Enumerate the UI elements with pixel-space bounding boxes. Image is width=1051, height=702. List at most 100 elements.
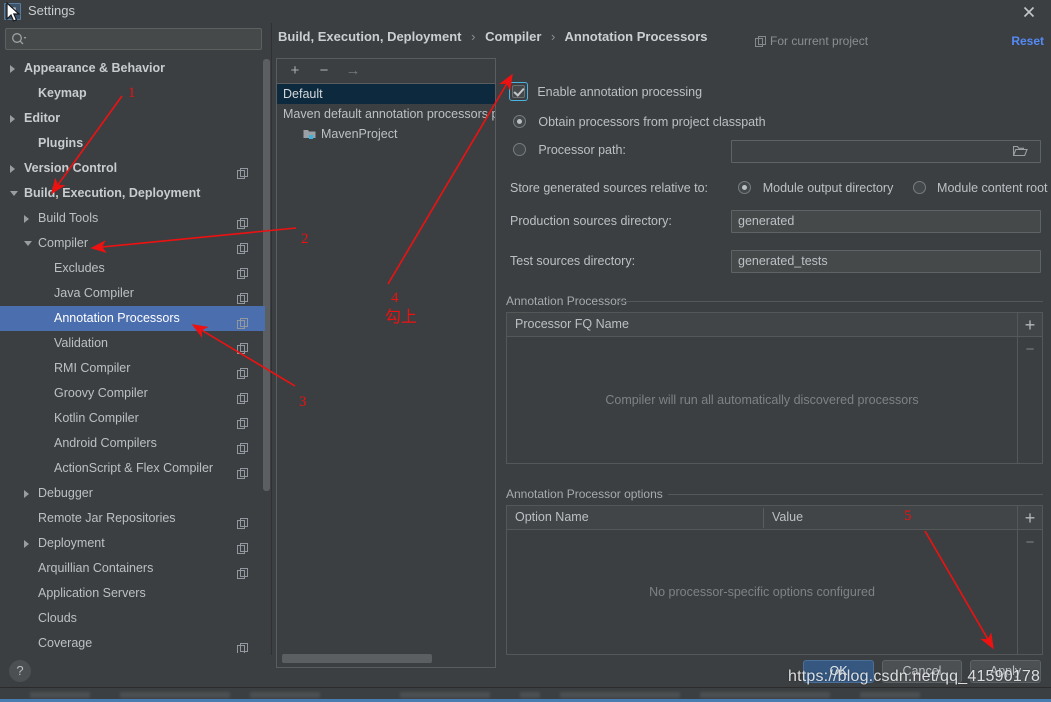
sidebar-item-remote-jar-repositories[interactable]: Remote Jar Repositories bbox=[0, 506, 265, 531]
chevron-down-icon[interactable] bbox=[10, 191, 18, 196]
test-sources-label: Test sources directory: bbox=[510, 254, 636, 268]
profile-list-item[interactable]: Default bbox=[277, 84, 495, 104]
sidebar-item-actionscript-flex-compiler[interactable]: ActionScript & Flex Compiler bbox=[0, 456, 265, 481]
move-profile-button[interactable]: → bbox=[340, 59, 366, 83]
production-sources-label: Production sources directory: bbox=[510, 214, 672, 228]
sidebar-item-editor[interactable]: Editor bbox=[0, 106, 265, 131]
sidebar-item-excludes[interactable]: Excludes bbox=[0, 256, 265, 281]
test-sources-input[interactable]: generated_tests bbox=[731, 250, 1041, 273]
enable-annotation-processing-row[interactable]: Enable annotation processing bbox=[509, 82, 703, 101]
apply-button[interactable]: Apply bbox=[970, 660, 1041, 683]
sidebar-item-annotation-processors[interactable]: Annotation Processors bbox=[0, 306, 265, 331]
module-content-root-option[interactable]: Module content root bbox=[912, 181, 1048, 195]
processor-path-row[interactable]: Processor path: bbox=[513, 143, 626, 157]
sidebar-item-label: Remote Jar Repositories bbox=[38, 511, 176, 525]
copy-icon[interactable] bbox=[237, 638, 248, 653]
obtain-from-classpath-radio[interactable] bbox=[513, 115, 526, 128]
sidebar-item-label: Kotlin Compiler bbox=[54, 411, 139, 425]
column-option-name[interactable]: Option Name bbox=[507, 506, 589, 529]
search-input[interactable] bbox=[5, 28, 262, 50]
sidebar-item-clouds[interactable]: Clouds bbox=[0, 606, 265, 631]
module-content-root-radio[interactable] bbox=[912, 181, 926, 194]
module-output-directory-option[interactable]: Module output directory bbox=[738, 181, 896, 195]
processor-path-radio[interactable] bbox=[513, 143, 526, 156]
for-current-project-label: For current project bbox=[755, 34, 868, 50]
remove-processor-button[interactable]: − bbox=[1018, 340, 1042, 360]
dialog-footer: ? OK Cancel Apply bbox=[0, 655, 1051, 688]
sidebar-item-keymap[interactable]: Keymap bbox=[0, 81, 265, 106]
ok-button[interactable]: OK bbox=[803, 660, 874, 683]
options-table-actions: + − bbox=[1017, 506, 1042, 654]
close-icon[interactable] bbox=[1019, 2, 1039, 22]
production-sources-input[interactable]: generated bbox=[731, 210, 1041, 233]
breadcrumb-item-1[interactable]: Build, Execution, Deployment bbox=[278, 29, 461, 44]
group-divider bbox=[617, 301, 1043, 302]
chevron-right-icon[interactable] bbox=[24, 490, 29, 498]
chevron-right-icon[interactable] bbox=[24, 540, 29, 548]
annotation-processors-table-actions: + − bbox=[1017, 313, 1042, 463]
column-processor-fq-name[interactable]: Processor FQ Name bbox=[507, 313, 629, 336]
chevron-down-icon[interactable] bbox=[24, 241, 32, 246]
enable-annotation-processing-label: Enable annotation processing bbox=[537, 85, 703, 99]
sidebar-item-label: Clouds bbox=[38, 611, 77, 625]
sidebar-item-debugger[interactable]: Debugger bbox=[0, 481, 265, 506]
sidebar-item-java-compiler[interactable]: Java Compiler bbox=[0, 281, 265, 306]
chevron-right-icon[interactable] bbox=[10, 165, 15, 173]
cancel-button[interactable]: Cancel bbox=[882, 660, 962, 683]
sidebar-item-coverage[interactable]: Coverage bbox=[0, 631, 265, 653]
sidebar-item-android-compilers[interactable]: Android Compilers bbox=[0, 431, 265, 456]
sidebar-item-plugins[interactable]: Plugins bbox=[0, 131, 265, 156]
help-button[interactable]: ? bbox=[9, 660, 31, 682]
add-processor-button[interactable]: + bbox=[1018, 315, 1042, 335]
sidebar-item-groovy-compiler[interactable]: Groovy Compiler bbox=[0, 381, 265, 406]
checkbox-focus-ring bbox=[509, 82, 528, 101]
sidebar-item-application-servers[interactable]: Application Servers bbox=[0, 581, 265, 606]
profiles-list: Default Maven default annotation processo… bbox=[277, 84, 495, 667]
processor-path-input[interactable] bbox=[731, 140, 1041, 163]
breadcrumb-item-3: Annotation Processors bbox=[564, 29, 708, 44]
sidebar-item-version-control[interactable]: Version Control bbox=[0, 156, 265, 181]
sidebar-item-compiler[interactable]: Compiler bbox=[0, 231, 265, 256]
sidebar-item-label: Groovy Compiler bbox=[54, 386, 148, 400]
module-output-directory-radio[interactable] bbox=[738, 181, 752, 194]
annotation-processors-group-title: Annotation Processors bbox=[506, 294, 633, 308]
annotation-processor-options-group-title: Annotation Processor options bbox=[506, 487, 669, 501]
settings-tree: Appearance & Behavior Keymap Editor Plugins… bbox=[0, 56, 265, 653]
sidebar-item-label: Arquillian Containers bbox=[38, 561, 154, 575]
sidebar-item-label: Appearance & Behavior bbox=[24, 61, 166, 75]
sidebar-item-label: Coverage bbox=[38, 636, 93, 650]
store-generated-sources-row: Store generated sources relative to: Mod… bbox=[510, 181, 1048, 195]
profile-list-item[interactable]: MavenProject bbox=[277, 124, 495, 144]
add-option-button[interactable]: + bbox=[1018, 508, 1042, 528]
sidebar-item-appearance-behavior[interactable]: Appearance & Behavior bbox=[0, 56, 265, 81]
chevron-right-icon[interactable] bbox=[10, 115, 15, 123]
folder-browse-icon[interactable] bbox=[1012, 145, 1045, 160]
remove-profile-button[interactable]: − bbox=[311, 59, 337, 83]
chevron-right-icon[interactable] bbox=[24, 215, 29, 223]
sidebar-item-kotlin-compiler[interactable]: Kotlin Compiler bbox=[0, 406, 265, 431]
sidebar-item-build-execution-deployment[interactable]: Build, Execution, Deployment bbox=[0, 181, 265, 206]
sidebar-item-arquillian-containers[interactable]: Arquillian Containers bbox=[0, 556, 265, 581]
add-profile-button[interactable]: + bbox=[282, 59, 308, 83]
remove-option-button[interactable]: − bbox=[1018, 533, 1042, 553]
sidebar-item-rmi-compiler[interactable]: RMI Compiler bbox=[0, 356, 265, 381]
chevron-right-icon[interactable] bbox=[10, 65, 15, 73]
sidebar-item-validation[interactable]: Validation bbox=[0, 331, 265, 356]
sidebar-item-label: Excludes bbox=[54, 261, 105, 275]
obtain-from-classpath-row[interactable]: Obtain processors from project classpath bbox=[513, 115, 766, 129]
settings-sidebar: Appearance & Behavior Keymap Editor Plugins… bbox=[0, 23, 271, 655]
ide-background-strip bbox=[0, 686, 1051, 702]
breadcrumb-item-2[interactable]: Compiler bbox=[485, 29, 541, 44]
profile-list-item[interactable]: Maven default annotation processors prof… bbox=[277, 104, 495, 124]
profiles-toolbar: + − → bbox=[277, 59, 495, 84]
profile-list-item-label: MavenProject bbox=[321, 127, 398, 141]
search-field-wrapper[interactable] bbox=[5, 28, 262, 50]
sidebar-item-label: Android Compilers bbox=[54, 436, 157, 450]
profile-list-item-label: Default bbox=[283, 87, 323, 101]
sidebar-item-build-tools[interactable]: Build Tools bbox=[0, 206, 265, 231]
reset-link[interactable]: Reset bbox=[1011, 34, 1044, 48]
sidebar-item-label: RMI Compiler bbox=[54, 361, 131, 375]
settings-main-panel: Build, Execution, Deployment › Compiler … bbox=[272, 23, 1051, 668]
column-option-value[interactable]: Value bbox=[764, 506, 803, 529]
sidebar-item-deployment[interactable]: Deployment bbox=[0, 531, 265, 556]
